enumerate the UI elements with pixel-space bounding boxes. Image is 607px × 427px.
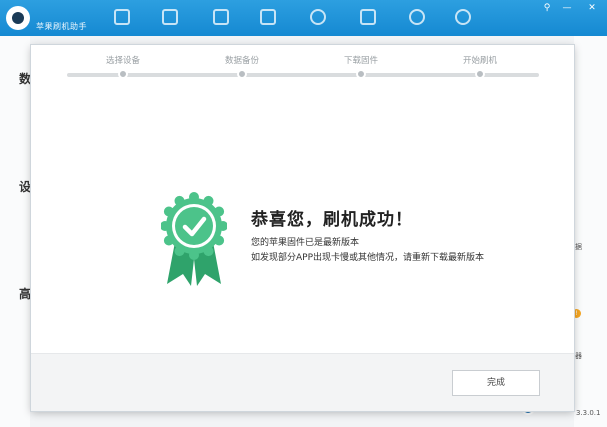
- step-start-flash: 开始刷机: [440, 54, 520, 79]
- toolbar-photos-icon[interactable]: [260, 9, 276, 25]
- step-dot: [475, 69, 485, 79]
- toolbar-device-icon[interactable]: [114, 9, 130, 25]
- sidebar-label-device: 设: [19, 180, 32, 194]
- step-select-device: 选择设备: [83, 54, 163, 79]
- done-button[interactable]: 完成: [452, 370, 540, 396]
- step-dot: [356, 69, 366, 79]
- toolbar-music-icon[interactable]: [360, 9, 376, 25]
- step-data-backup: 数据备份: [202, 54, 282, 79]
- toolbar-more-icon[interactable]: [409, 9, 425, 25]
- step-dot: [237, 69, 247, 79]
- minimize-button[interactable]: —: [560, 2, 574, 14]
- left-sidebar: [0, 36, 30, 427]
- right-panel-text: 器: [575, 352, 582, 360]
- step-label: 开始刷机: [462, 56, 497, 66]
- version-label: 3.3.0.1: [576, 409, 601, 417]
- sidebar-label-data: 数: [19, 72, 32, 86]
- flash-dialog: 选择设备 数据备份 下载固件 开始刷机 恭喜您，刷机成功！ 您的苹果固件已是最新…: [31, 45, 574, 411]
- toolbar-flash-icon[interactable]: [455, 9, 471, 25]
- app-eye-logo-icon: [6, 6, 30, 30]
- toolbar-video-icon[interactable]: [310, 9, 326, 25]
- step-label: 下载固件: [343, 56, 378, 66]
- step-label: 数据备份: [224, 56, 259, 66]
- dialog-content: 恭喜您，刷机成功！ 您的苹果固件已是最新版本 如发现部分APP出现卡慢或其他情况…: [31, 85, 574, 353]
- app-title: 苹果刷机助手: [36, 22, 87, 31]
- success-title: 恭喜您，刷机成功！: [251, 210, 413, 230]
- step-download-firmware: 下载固件: [321, 54, 401, 79]
- right-panel: [574, 36, 607, 427]
- close-button[interactable]: ✕: [585, 2, 599, 14]
- right-panel-text: 据: [575, 243, 582, 251]
- sidebar-label-advanced: 高: [19, 287, 32, 301]
- toolbar-edit-icon[interactable]: [213, 9, 229, 25]
- dialog-footer: 完成: [31, 353, 574, 411]
- step-dot: [118, 69, 128, 79]
- success-message-firmware: 您的苹果固件已是最新版本: [251, 238, 360, 248]
- success-rosette-check-icon: [161, 192, 227, 286]
- success-message-hint: 如发现部分APP出现卡慢或其他情况，请重新下载最新版本: [251, 253, 485, 263]
- step-label: 选择设备: [105, 56, 140, 66]
- app-topbar: 苹果刷机助手 ⚲ — ✕: [0, 0, 607, 36]
- search-window-icon[interactable]: ⚲: [540, 2, 554, 14]
- progress-stepper: 选择设备 数据备份 下载固件 开始刷机: [31, 45, 574, 85]
- toolbar-apps-icon[interactable]: [162, 9, 178, 25]
